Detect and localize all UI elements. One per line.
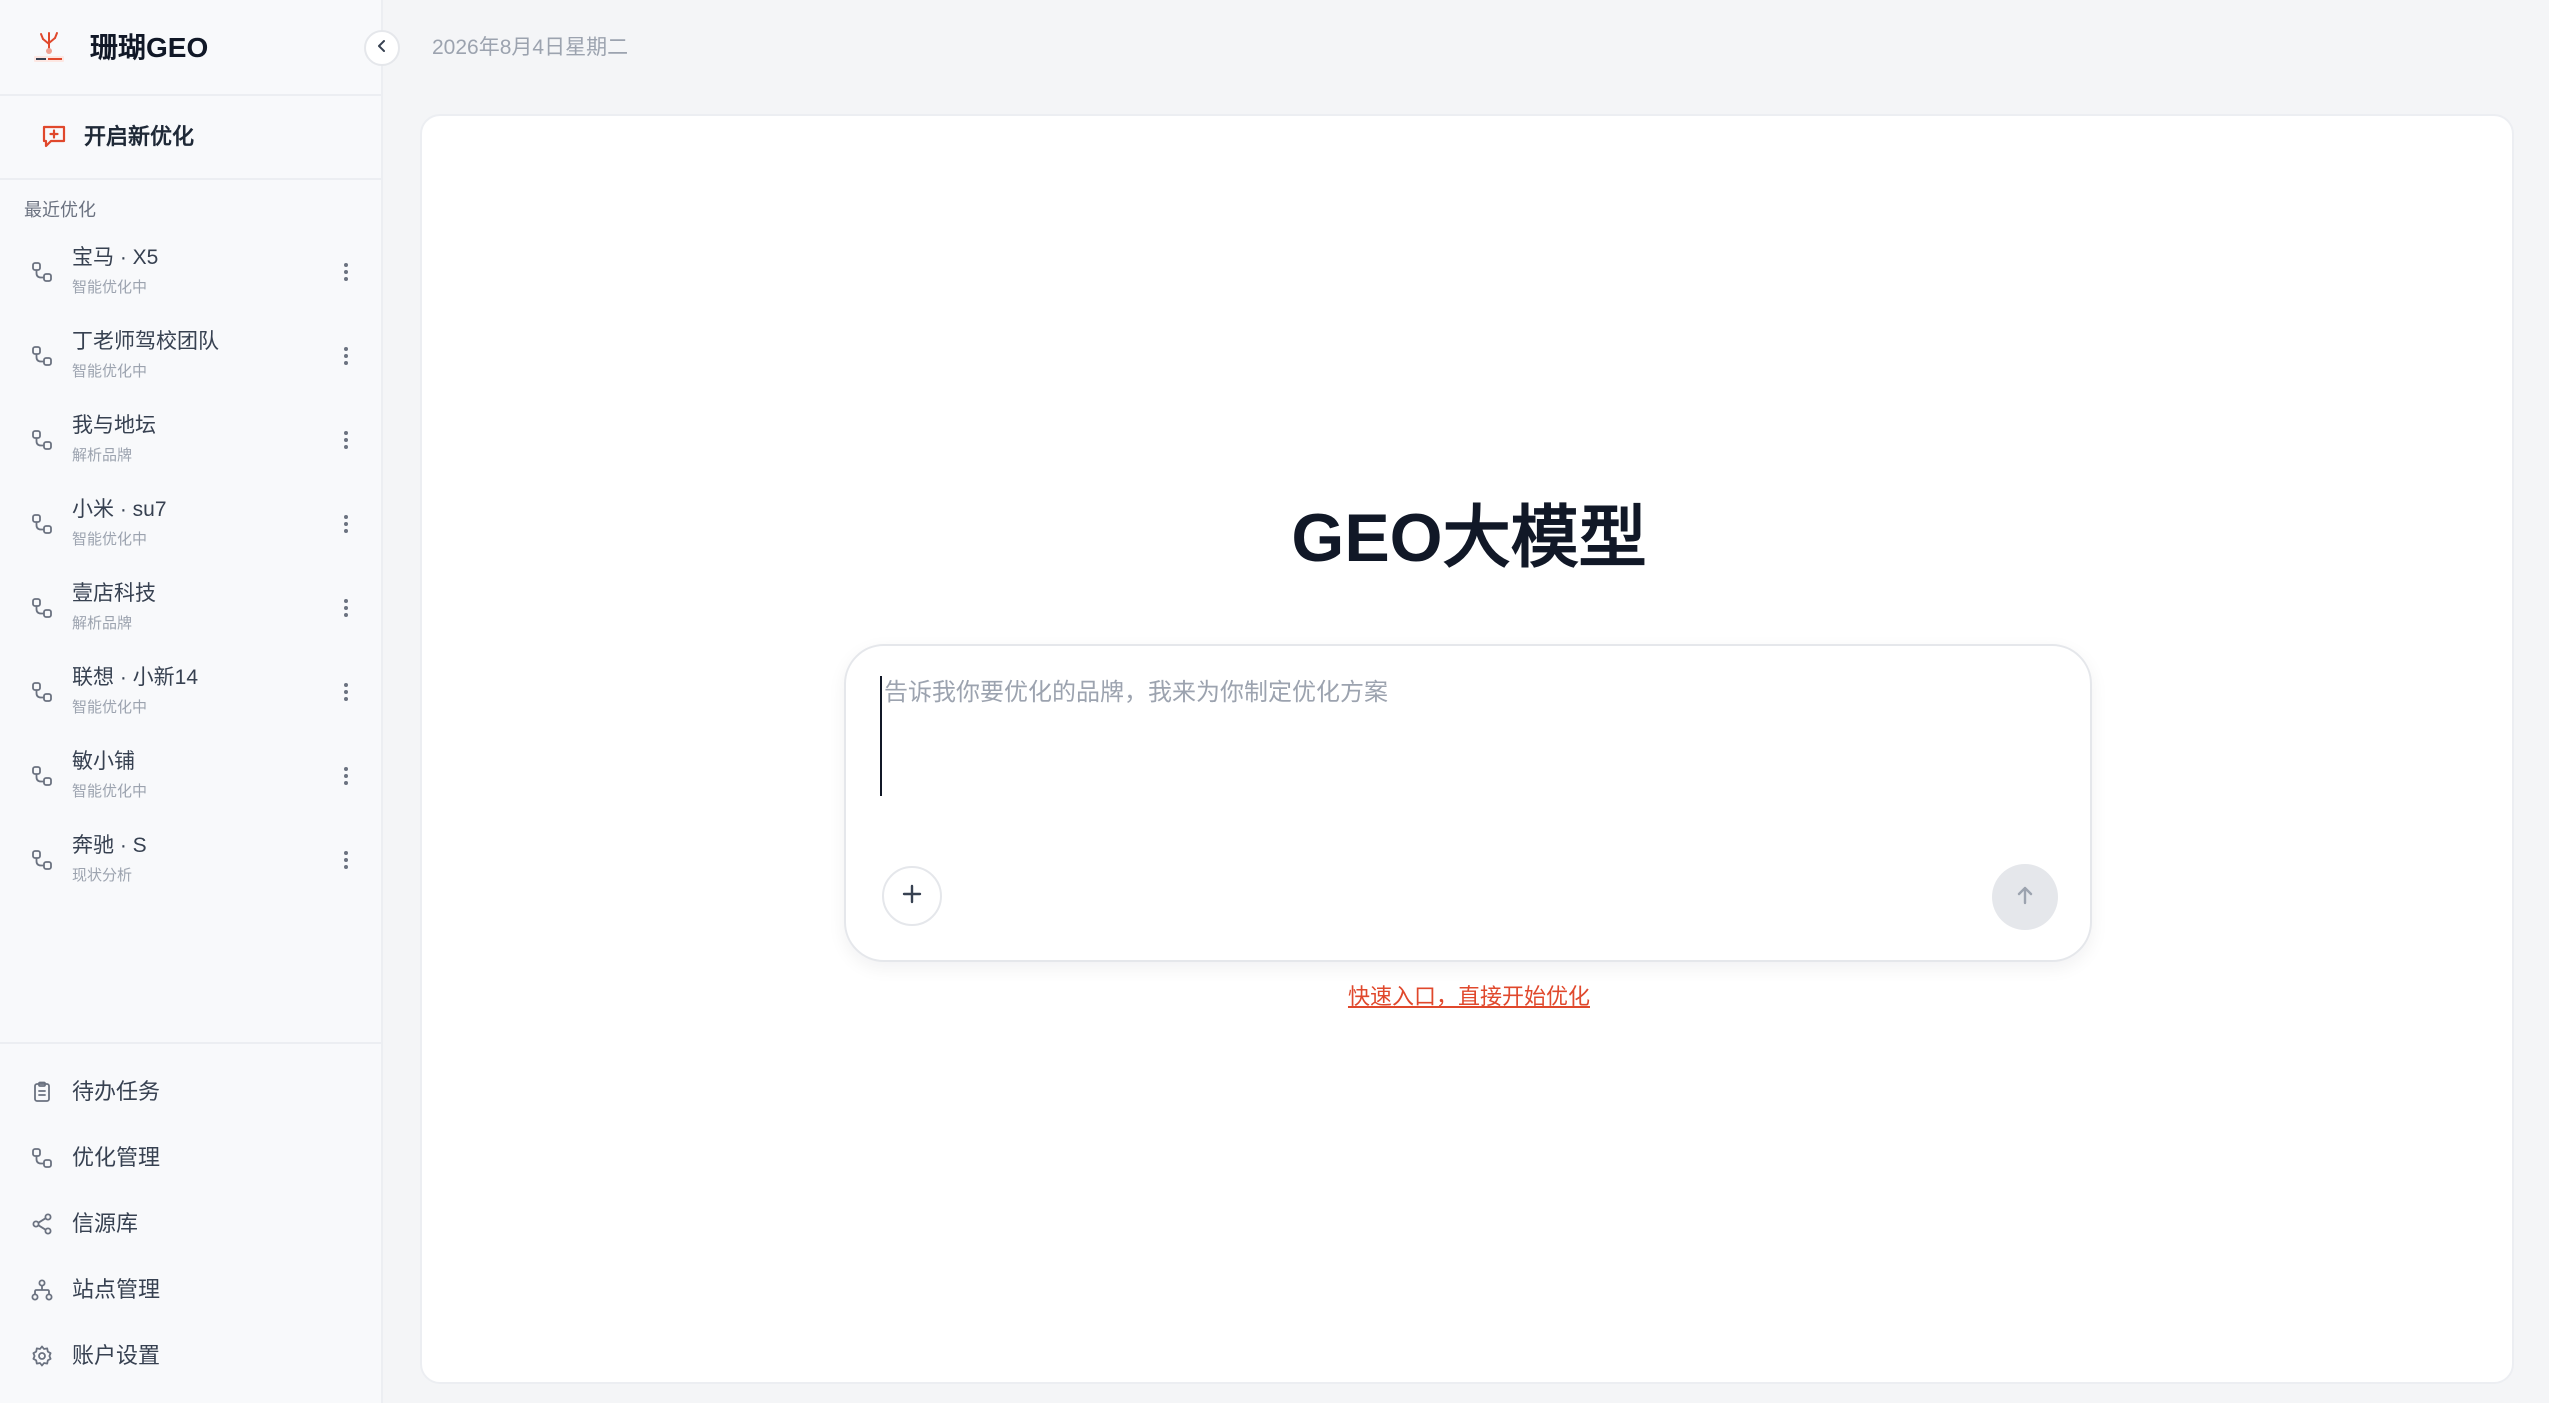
collapse-sidebar-button[interactable] bbox=[364, 30, 400, 66]
sitemap-icon bbox=[30, 1278, 54, 1302]
recent-item[interactable]: 丁老师驾校团队 智能优化中 bbox=[0, 316, 381, 400]
nav-item-label: 优化管理 bbox=[72, 1145, 161, 1170]
send-button[interactable] bbox=[1992, 864, 2058, 930]
recent-list: 宝马 · X5 智能优化中 丁老师驾校团队 智能优化中 我与地坛 解析品牌 小米… bbox=[0, 232, 381, 904]
recent-item[interactable]: 我与地坛 解析品牌 bbox=[0, 400, 381, 484]
coral-logo-icon bbox=[30, 28, 68, 66]
nav-item-source-library[interactable]: 信源库 bbox=[0, 1199, 381, 1249]
recent-item-name: 小米 · su7 bbox=[72, 498, 167, 521]
recent-item-status: 解析品牌 bbox=[72, 615, 133, 632]
prompt-input[interactable] bbox=[880, 676, 2050, 796]
recent-item-name: 丁老师驾校团队 bbox=[72, 330, 219, 353]
new-chat-icon bbox=[40, 122, 68, 150]
sidebar-bottom-nav: 待办任务 优化管理 信源库 站点管理 账户设置 bbox=[0, 1042, 381, 1403]
page-title: GEO大模型 bbox=[1291, 500, 1647, 576]
recent-item-name: 宝马 · X5 bbox=[72, 246, 159, 269]
nav-item-label: 信源库 bbox=[72, 1211, 139, 1236]
more-vertical-icon[interactable] bbox=[336, 428, 356, 452]
more-vertical-icon[interactable] bbox=[336, 344, 356, 368]
flow-icon bbox=[30, 764, 54, 788]
share-icon bbox=[30, 1212, 54, 1236]
recent-item-name: 奔驰 · S bbox=[72, 834, 147, 857]
attach-button[interactable] bbox=[882, 866, 942, 926]
recent-item-name: 壹店科技 bbox=[72, 582, 156, 605]
current-date: 2026年8月4日星期二 bbox=[432, 36, 629, 59]
recent-item[interactable]: 壹店科技 解析品牌 bbox=[0, 568, 381, 652]
gear-icon bbox=[30, 1344, 54, 1368]
prompt-box bbox=[844, 644, 2092, 962]
recent-item-name: 敏小铺 bbox=[72, 750, 135, 773]
recent-item[interactable]: 联想 · 小新14 智能优化中 bbox=[0, 652, 381, 736]
main-panel: GEO大模型 快速入口，直接开始优化 bbox=[420, 114, 2514, 1384]
nav-item-account-settings[interactable]: 账户设置 bbox=[0, 1331, 381, 1381]
recent-item[interactable]: 宝马 · X5 智能优化中 bbox=[0, 232, 381, 316]
sidebar: 珊瑚GEO 开启新优化 最近优化 宝马 · X5 智能优化中 丁老师驾校团队 智… bbox=[0, 0, 383, 1403]
brand-header: 珊瑚GEO bbox=[0, 0, 381, 96]
new-optimization-button[interactable]: 开启新优化 bbox=[0, 96, 381, 180]
flow-icon bbox=[30, 1146, 54, 1170]
recent-item-status: 现状分析 bbox=[72, 867, 133, 884]
recent-item-status: 解析品牌 bbox=[72, 447, 133, 464]
recent-item-status: 智能优化中 bbox=[72, 783, 148, 800]
recent-item[interactable]: 敏小铺 智能优化中 bbox=[0, 736, 381, 820]
quick-start-link[interactable]: 快速入口，直接开始优化 bbox=[422, 982, 2516, 1012]
clipboard-icon bbox=[30, 1080, 54, 1104]
arrow-up-icon bbox=[2013, 883, 2037, 912]
nav-item-optimization-management[interactable]: 优化管理 bbox=[0, 1133, 381, 1183]
nav-item-todo-tasks[interactable]: 待办任务 bbox=[0, 1067, 381, 1117]
more-vertical-icon[interactable] bbox=[336, 680, 356, 704]
flow-icon bbox=[30, 680, 54, 704]
new-optimization-label: 开启新优化 bbox=[84, 124, 195, 149]
nav-item-label: 站点管理 bbox=[72, 1277, 161, 1302]
recent-item-name: 我与地坛 bbox=[72, 414, 156, 437]
more-vertical-icon[interactable] bbox=[336, 848, 356, 872]
flow-icon bbox=[30, 596, 54, 620]
recent-item-name: 联想 · 小新14 bbox=[72, 666, 199, 689]
flow-icon bbox=[30, 512, 54, 536]
chevron-left-icon bbox=[374, 38, 390, 59]
flow-icon bbox=[30, 260, 54, 284]
flow-icon bbox=[30, 428, 54, 452]
more-vertical-icon[interactable] bbox=[336, 260, 356, 284]
brand-name: 珊瑚GEO bbox=[90, 32, 209, 63]
recent-item-status: 智能优化中 bbox=[72, 279, 148, 296]
recent-item-status: 智能优化中 bbox=[72, 363, 148, 380]
recent-item[interactable]: 奔驰 · S 现状分析 bbox=[0, 820, 381, 904]
nav-item-site-management[interactable]: 站点管理 bbox=[0, 1265, 381, 1315]
flow-icon bbox=[30, 848, 54, 872]
plus-icon bbox=[900, 882, 924, 911]
recent-section-title: 最近优化 bbox=[24, 200, 96, 220]
recent-item[interactable]: 小米 · su7 智能优化中 bbox=[0, 484, 381, 568]
more-vertical-icon[interactable] bbox=[336, 596, 356, 620]
nav-item-label: 账户设置 bbox=[72, 1343, 161, 1368]
nav-item-label: 待办任务 bbox=[72, 1079, 161, 1104]
flow-icon bbox=[30, 344, 54, 368]
recent-item-status: 智能优化中 bbox=[72, 531, 148, 548]
recent-item-status: 智能优化中 bbox=[72, 699, 148, 716]
more-vertical-icon[interactable] bbox=[336, 764, 356, 788]
more-vertical-icon[interactable] bbox=[336, 512, 356, 536]
